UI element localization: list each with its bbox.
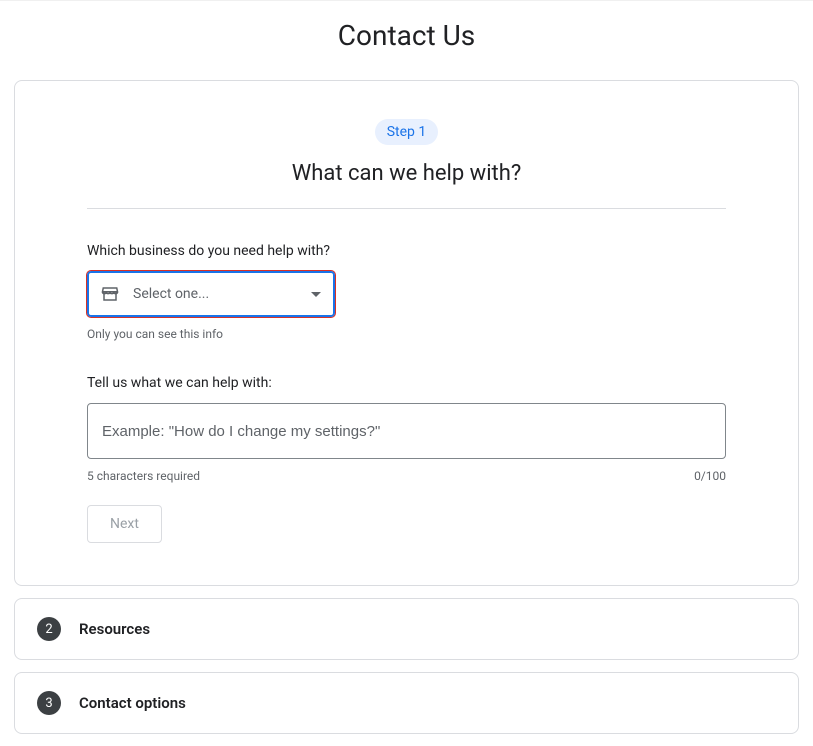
next-button[interactable]: Next [87, 505, 162, 543]
page-title: Contact Us [0, 0, 813, 80]
business-label: Which business do you need help with? [87, 243, 726, 259]
step-badge: Step 1 [375, 119, 439, 145]
business-select[interactable]: Select one... [87, 271, 335, 317]
business-hint: Only you can see this info [87, 327, 726, 341]
step-1-card: Step 1 What can we help with? Which busi… [14, 80, 799, 586]
business-select-placeholder: Select one... [133, 286, 209, 302]
help-input[interactable] [87, 403, 726, 459]
help-label: Tell us what we can help with: [87, 375, 726, 391]
storefront-icon [101, 285, 119, 303]
step-3-title: Contact options [79, 694, 186, 712]
step-2-title: Resources [79, 620, 150, 638]
step-number-badge: 2 [37, 617, 61, 641]
char-requirement: 5 characters required [87, 469, 200, 483]
caret-down-icon [311, 292, 321, 297]
step-2-card[interactable]: 2 Resources [14, 598, 799, 660]
step-number-badge: 3 [37, 691, 61, 715]
step-3-card[interactable]: 3 Contact options [14, 672, 799, 734]
divider [87, 208, 726, 209]
step-heading: What can we help with? [87, 161, 726, 186]
char-counter: 0/100 [694, 469, 726, 483]
